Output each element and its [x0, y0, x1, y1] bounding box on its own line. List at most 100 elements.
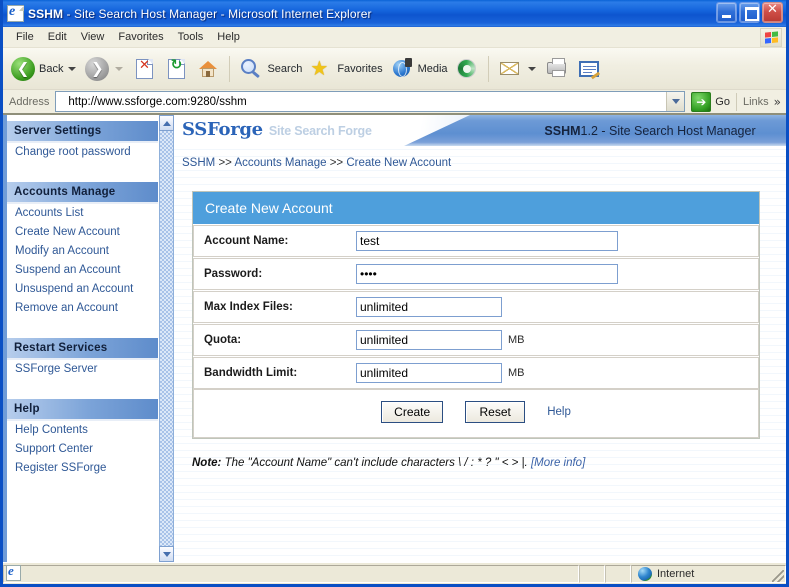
quota-unit-label: MB: [508, 334, 525, 346]
panel-title: Create New Account: [193, 192, 759, 224]
close-button[interactable]: [762, 2, 783, 23]
window-title-bold: SSHM: [28, 6, 64, 21]
sidebar-item-modify-an-account[interactable]: Modify an Account: [7, 242, 158, 261]
stop-button[interactable]: ✕: [128, 51, 160, 87]
account-name-input[interactable]: [356, 231, 618, 251]
address-input[interactable]: [56, 93, 667, 110]
sidebar-item-accounts-list[interactable]: Accounts List: [7, 204, 158, 223]
breadcrumb-item-sshm[interactable]: SSHM: [182, 157, 215, 169]
note-text: The "Account Name" can't include charact…: [221, 457, 528, 469]
internet-zone-globe-icon: [638, 566, 652, 581]
sidebar-group-header-accounts-manage: Accounts Manage: [7, 182, 158, 204]
minimize-button[interactable]: [716, 2, 737, 23]
go-arrow-icon: ➔: [691, 91, 712, 112]
scroll-up-button[interactable]: [159, 115, 174, 131]
reset-button[interactable]: Reset: [465, 401, 526, 423]
go-button[interactable]: ➔ Go: [691, 91, 730, 112]
address-dropdown-button[interactable]: [666, 92, 685, 111]
label-quota: Quota:: [193, 324, 348, 356]
app-title-bold: SSHM: [544, 123, 581, 138]
sidebar-group-header-help: Help: [7, 399, 158, 421]
address-label: Address: [9, 95, 50, 108]
mail-button[interactable]: [494, 51, 541, 87]
form-note: Note: The "Account Name" can't include c…: [192, 457, 786, 469]
address-input-wrapper[interactable]: [55, 91, 686, 112]
history-button[interactable]: [451, 51, 483, 87]
links-overflow-chevron-icon[interactable]: »: [774, 95, 781, 109]
back-button[interactable]: ❮ Back: [7, 51, 81, 87]
sidebar-group-header-restart-services: Restart Services: [7, 338, 158, 360]
label-password: Password:: [193, 258, 348, 290]
field-cell-max-index-files: [348, 291, 759, 323]
sidebar-item-support-center[interactable]: Support Center: [7, 440, 158, 459]
max-index-files-input[interactable]: [356, 297, 502, 317]
bandwidth-limit-input[interactable]: [356, 363, 502, 383]
maximize-button[interactable]: [739, 2, 760, 23]
windows-flag-logo: [760, 28, 782, 47]
print-button[interactable]: [541, 51, 573, 87]
form-help-link[interactable]: Help: [547, 406, 571, 418]
page-content-area: Server Settings Change root password Acc…: [3, 114, 786, 562]
favorites-button[interactable]: ★ Favorites: [305, 51, 385, 87]
window-controls: [716, 2, 783, 23]
password-input[interactable]: [356, 264, 618, 284]
sidebar-item-change-root-password[interactable]: Change root password: [7, 143, 158, 162]
form-row-quota: Quota: MB: [193, 323, 759, 356]
triangle-up-icon: [162, 120, 171, 126]
refresh-button[interactable]: ↻: [160, 51, 192, 87]
logo-tagline-text: Site Search Forge: [268, 124, 372, 138]
quota-input[interactable]: [356, 330, 502, 350]
menu-item-file[interactable]: File: [9, 29, 41, 45]
status-pane-1: [579, 564, 605, 583]
sidebar-vertical-scrollbar[interactable]: [158, 115, 174, 562]
note-more-info-link[interactable]: [More info]: [528, 457, 585, 469]
sidebar-item-suspend-an-account[interactable]: Suspend an Account: [7, 261, 158, 280]
resize-grip[interactable]: [772, 570, 784, 582]
mail-envelope-icon: [497, 56, 523, 82]
refresh-icon: ↻: [163, 56, 189, 82]
forward-history-chevron-down-icon[interactable]: [115, 66, 124, 71]
search-button[interactable]: Search: [235, 51, 305, 87]
menu-item-favorites[interactable]: Favorites: [111, 29, 170, 45]
form-row-password: Password:: [193, 257, 759, 290]
menu-item-view[interactable]: View: [74, 29, 112, 45]
back-arrow-icon: ❮: [10, 56, 36, 82]
sidebar-item-remove-an-account[interactable]: Remove an Account: [7, 299, 158, 318]
mail-chevron-down-icon[interactable]: [527, 66, 536, 71]
edit-button[interactable]: [573, 51, 605, 87]
media-button-label: Media: [417, 62, 448, 75]
media-button[interactable]: Media: [386, 51, 451, 87]
sidebar-item-ssforge-server[interactable]: SSForge Server: [7, 360, 158, 379]
edit-page-icon: [576, 56, 602, 82]
scroll-down-button[interactable]: [159, 546, 174, 562]
back-history-chevron-down-icon[interactable]: [68, 66, 77, 71]
menu-item-tools[interactable]: Tools: [171, 29, 211, 45]
menu-item-edit[interactable]: Edit: [41, 29, 74, 45]
printer-icon: [544, 56, 570, 82]
status-message: [3, 564, 579, 583]
sidebar-inner: Server Settings Change root password Acc…: [7, 121, 158, 478]
sidebar-frame: Server Settings Change root password Acc…: [3, 115, 158, 562]
sidebar-item-register-ssforge[interactable]: Register SSForge: [7, 459, 158, 478]
field-cell-account-name: [348, 225, 759, 257]
links-label[interactable]: Links: [743, 96, 769, 108]
home-button[interactable]: [192, 51, 224, 87]
browser-window: SSHM - Site Search Host Manager - Micros…: [0, 0, 789, 587]
sidebar-item-create-new-account[interactable]: Create New Account: [7, 223, 158, 242]
triangle-down-icon: [162, 551, 171, 557]
sidebar-item-unsuspend-an-account[interactable]: Unsuspend an Account: [7, 280, 158, 299]
create-button[interactable]: Create: [381, 401, 444, 423]
menu-item-help[interactable]: Help: [210, 29, 247, 45]
menu-bar: File Edit View Favorites Tools Help: [3, 27, 786, 48]
breadcrumb-item-create-new-account[interactable]: Create New Account: [346, 157, 451, 169]
breadcrumb-item-accounts-manage[interactable]: Accounts Manage: [234, 157, 326, 169]
sidebar-item-help-contents[interactable]: Help Contents: [7, 421, 158, 440]
status-zone-label: Internet: [657, 567, 695, 580]
forward-button[interactable]: ❯: [81, 51, 128, 87]
scrollbar-track[interactable]: [159, 131, 174, 546]
note-prefix: Note:: [192, 457, 222, 469]
field-cell-password: [348, 258, 759, 290]
